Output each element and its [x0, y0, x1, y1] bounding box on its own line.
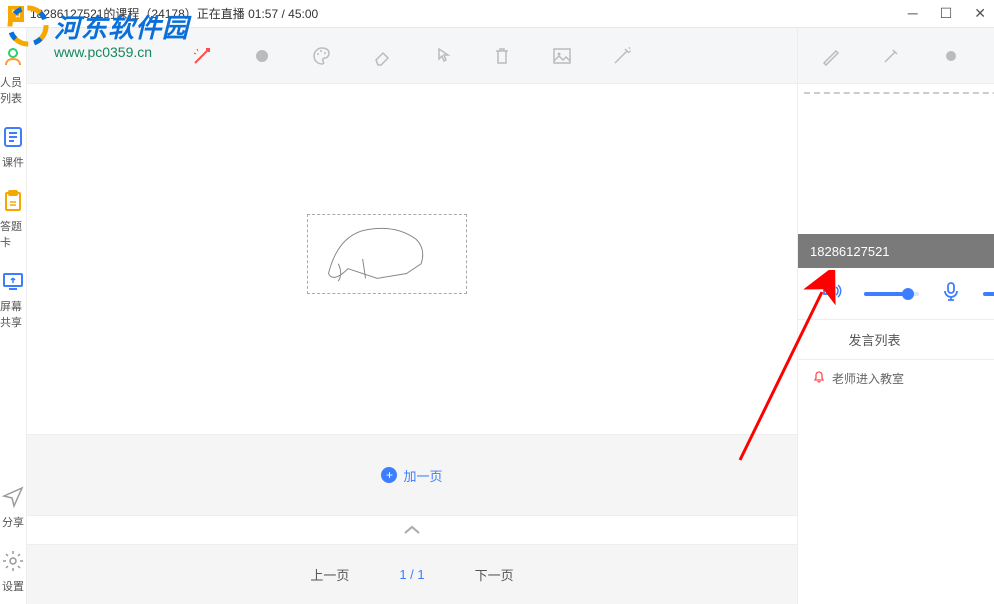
system-message: 老师进入教室	[812, 370, 994, 387]
courseware-icon	[0, 124, 26, 150]
collapse-toggle[interactable]	[27, 515, 797, 545]
tool-dot[interactable]	[247, 41, 277, 71]
bell-icon	[812, 370, 826, 387]
sidebar-item-answer-card[interactable]: 答题卡	[0, 180, 26, 260]
page-footer: + 加一页 上一页 1 / 1 下一页	[27, 434, 797, 604]
share-icon	[0, 484, 26, 510]
sidebar-item-settings[interactable]: 设置	[0, 540, 26, 604]
members-icon	[0, 44, 26, 70]
screen-share-icon	[0, 268, 26, 294]
maximize-button[interactable]: ☐	[940, 5, 953, 22]
tool-magic-wand[interactable]	[187, 41, 217, 71]
chat-tabs: 发言列表 聊天	[798, 320, 994, 360]
sidebar-item-label: 屏幕共享	[0, 298, 26, 330]
av-controls	[798, 268, 994, 320]
system-message-text: 老师进入教室	[832, 370, 904, 387]
whiteboard-toolbar	[27, 28, 797, 84]
sidebar-item-label: 设置	[2, 578, 24, 594]
user-bar: 18286127521	[798, 234, 994, 268]
tool-pencil[interactable]	[816, 41, 846, 71]
prev-page-button[interactable]: 上一页	[310, 565, 349, 584]
sidebar-item-label: 答题卡	[0, 218, 26, 250]
next-page-button[interactable]: 下一页	[475, 565, 514, 584]
minimize-button[interactable]: ─	[908, 5, 918, 22]
chat-messages: 老师进入教室	[798, 360, 994, 564]
mic-slider[interactable]	[983, 292, 994, 296]
speaker-icon[interactable]	[821, 280, 843, 307]
left-sidebar: 人员列表 课件 答题卡 屏幕共享 分享	[0, 28, 27, 604]
sidebar-item-share[interactable]: 分享	[0, 476, 26, 540]
whiteboard-canvas[interactable]	[27, 84, 797, 434]
sidebar-item-members[interactable]: 人员列表	[0, 36, 26, 116]
send-row: 发送	[798, 564, 994, 604]
tool-magic-pen[interactable]	[607, 41, 637, 71]
canvas-drawing	[307, 214, 467, 294]
chevron-up-icon	[402, 524, 422, 536]
microphone-icon[interactable]	[940, 280, 962, 307]
sidebar-item-courseware[interactable]: 课件	[0, 116, 26, 180]
window-title: 18286127521的课程（24178）正在直播 01:57 / 45:00	[30, 5, 318, 22]
tool-trash[interactable]	[487, 41, 517, 71]
answer-card-icon	[0, 188, 26, 214]
video-area	[798, 94, 994, 234]
titlebar: 知 18286127521的课程（24178）正在直播 01:57 / 45:0…	[0, 0, 994, 28]
right-panel: 18286127521 发言列表 聊天 老师进入教室 发送	[797, 28, 994, 604]
tool-magic[interactable]	[876, 41, 906, 71]
volume-slider[interactable]	[864, 292, 919, 296]
tool-image[interactable]	[547, 41, 577, 71]
tab-chat[interactable]: 聊天	[951, 320, 994, 359]
sidebar-item-screen-share[interactable]: 屏幕共享	[0, 260, 26, 340]
sidebar-item-label: 课件	[2, 154, 24, 170]
tool-eraser[interactable]	[367, 41, 397, 71]
tab-speak-list[interactable]: 发言列表	[798, 320, 951, 359]
tool-palette[interactable]	[307, 41, 337, 71]
tool-dot-2[interactable]	[936, 41, 966, 71]
gear-icon	[0, 548, 26, 574]
page-number: 1 / 1	[399, 567, 424, 582]
sidebar-item-label: 人员列表	[0, 74, 26, 106]
app-icon: 知	[8, 6, 24, 22]
student-toolbar	[798, 28, 994, 84]
close-button[interactable]: ✕	[974, 5, 986, 22]
sidebar-item-label: 分享	[2, 514, 24, 530]
add-page-label: 加一页	[403, 466, 442, 485]
username-label: 18286127521	[810, 244, 890, 259]
add-page-button[interactable]: + 加一页	[27, 435, 797, 515]
tool-pointer[interactable]	[427, 41, 457, 71]
plus-icon: +	[381, 467, 397, 483]
